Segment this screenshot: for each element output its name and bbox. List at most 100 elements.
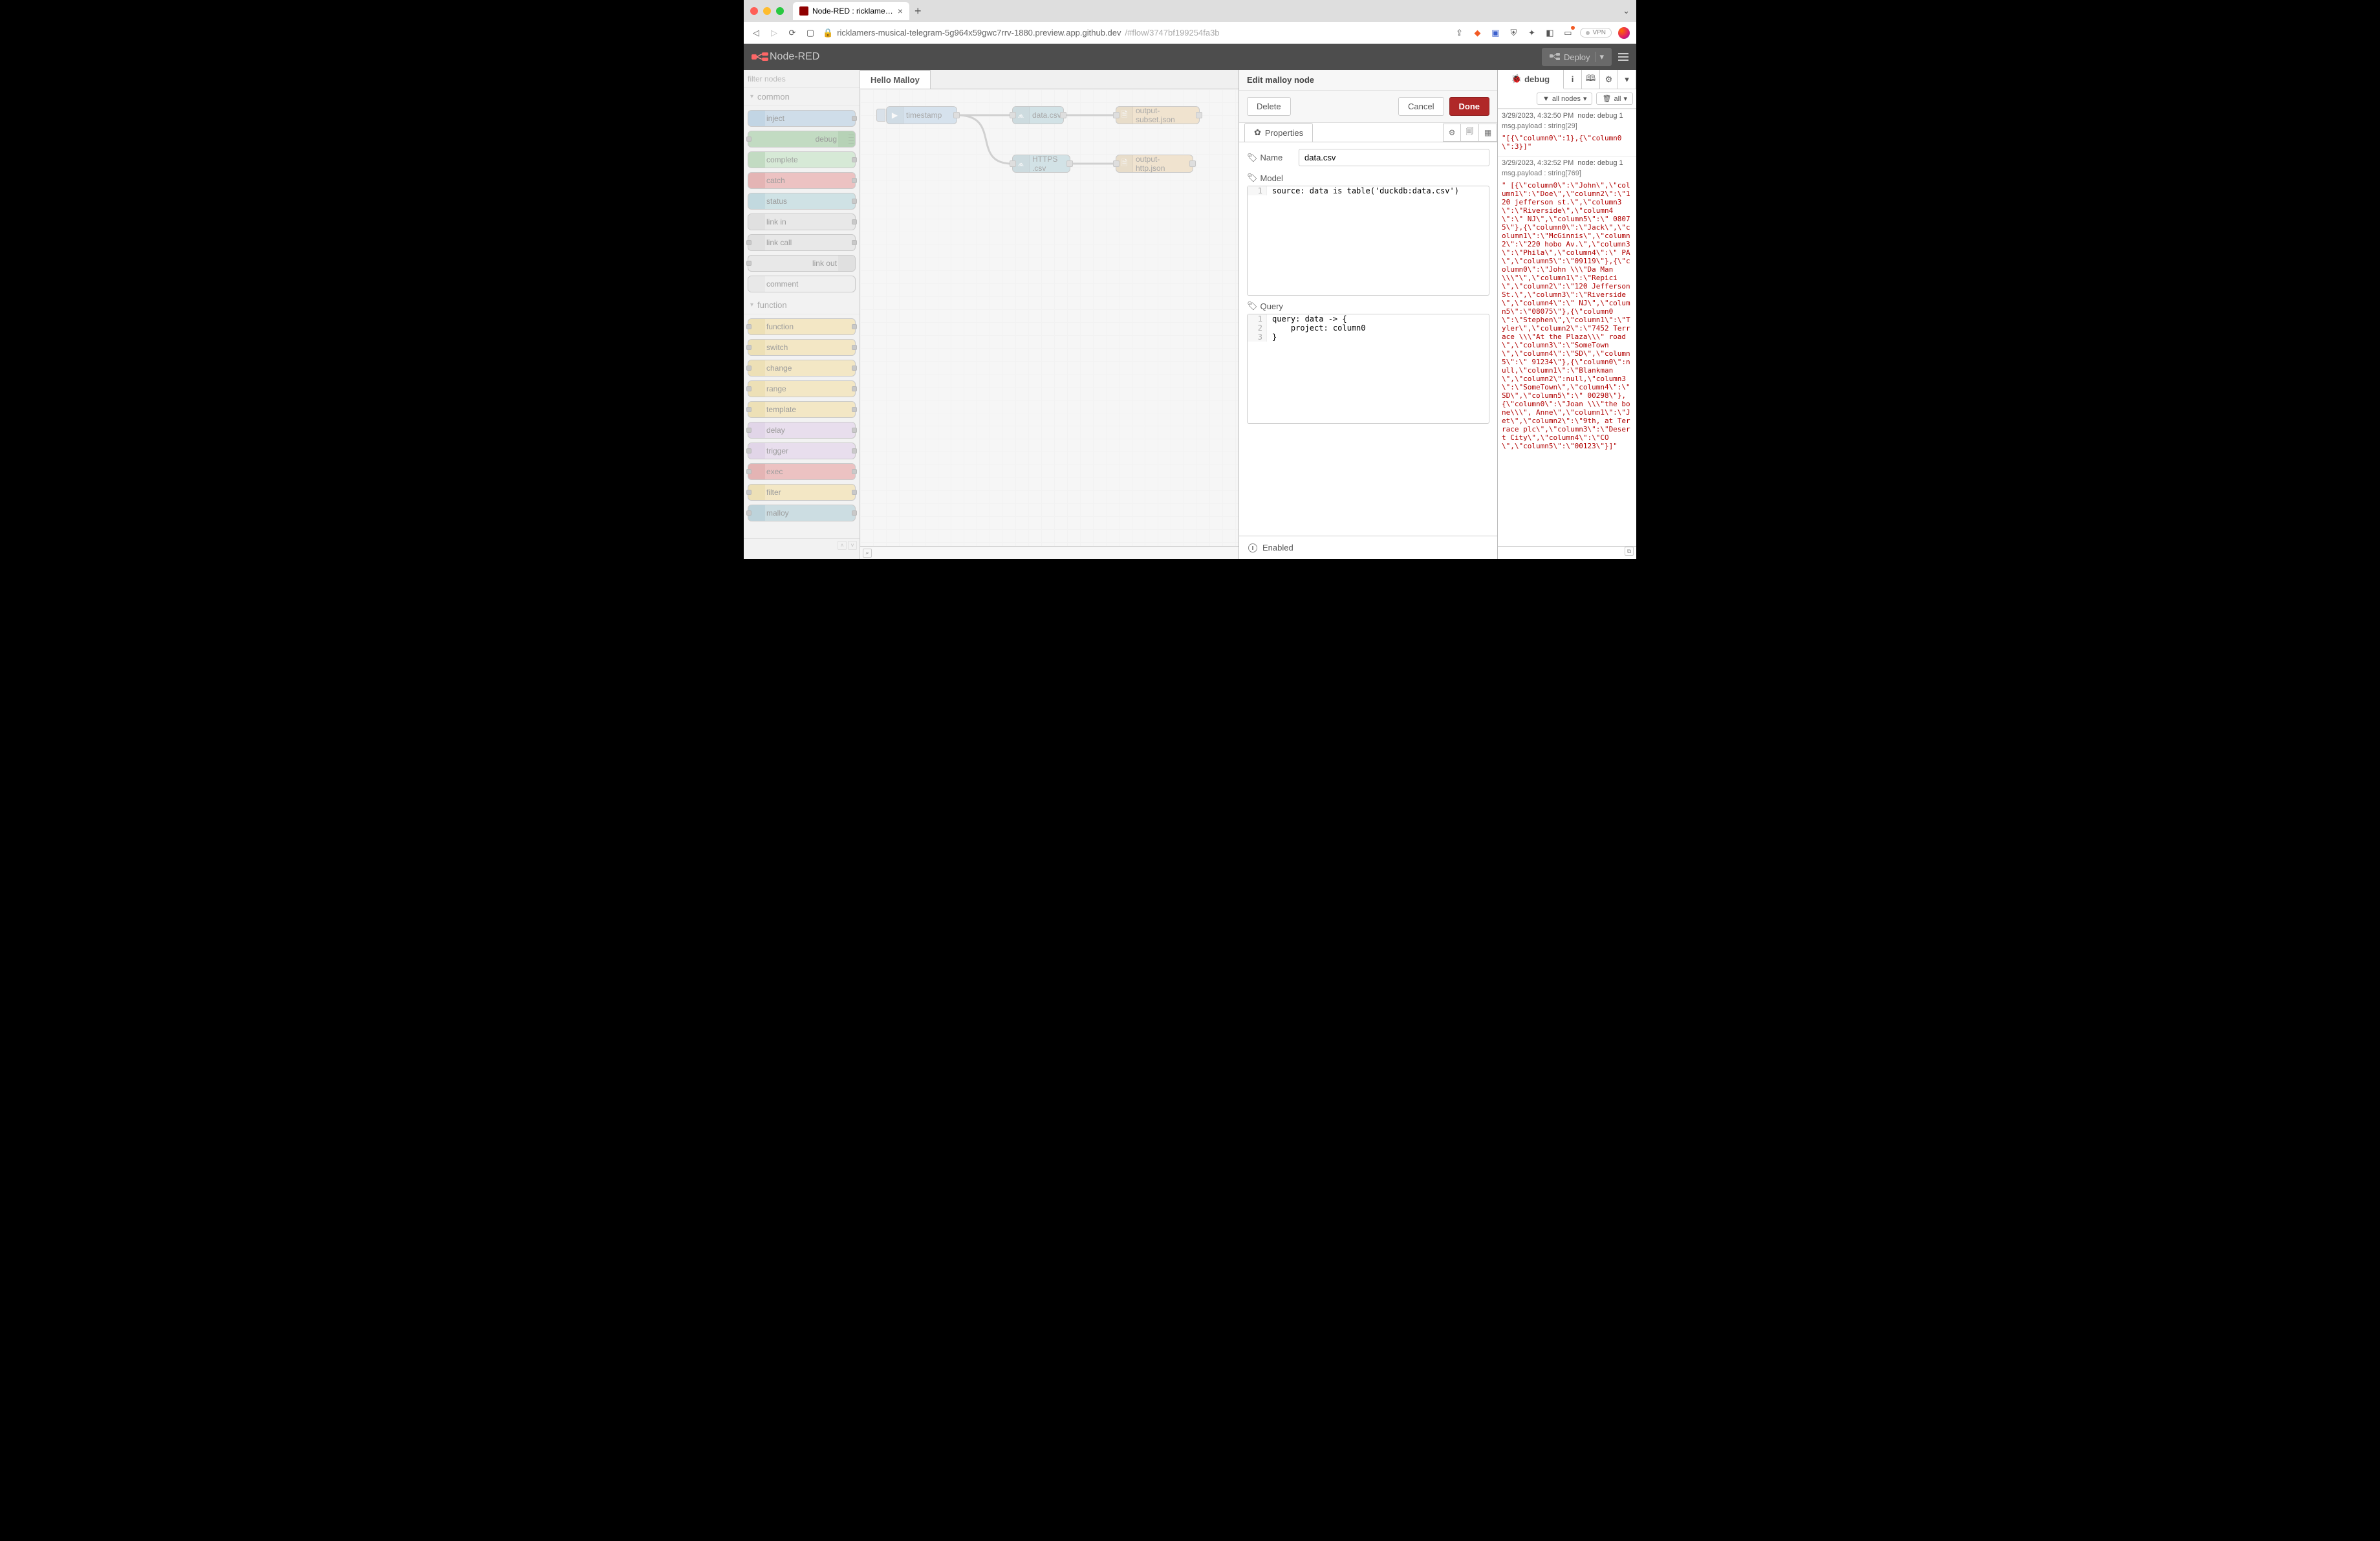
palette-node-comment[interactable]: comment	[748, 276, 856, 292]
node-label: function	[766, 322, 794, 331]
debug-msg-payload-type: msg.payload : string[29]	[1498, 122, 1636, 133]
debug-msg-header: 3/29/2023, 4:32:50 PMnode: debug 1	[1498, 109, 1636, 122]
node-type-icon	[838, 256, 855, 271]
palette-node-filter[interactable]: filter	[748, 484, 856, 501]
palette-node-status[interactable]: status	[748, 193, 856, 210]
palette-collapse-up-button[interactable]: ˄	[838, 541, 847, 550]
node-label: link in	[766, 217, 786, 226]
node-type-icon	[748, 173, 765, 188]
palette-node-change[interactable]: change	[748, 360, 856, 377]
name-input[interactable]	[1299, 149, 1489, 166]
palette-collapse-down-button[interactable]: ˅	[848, 541, 857, 550]
bug-icon: 🐞	[1511, 74, 1522, 84]
flow-tab[interactable]: Hello Malloy	[860, 70, 931, 89]
tab-properties[interactable]: ✿ Properties	[1244, 123, 1313, 142]
clear-all-button[interactable]: 🗑 all ▾	[1596, 93, 1633, 105]
query-editor[interactable]: 1query: data -> {2 project: column03}	[1247, 314, 1489, 424]
maximize-window-icon[interactable]	[776, 7, 784, 15]
lock-icon: 🔒	[823, 28, 833, 38]
tab-config[interactable]: ⚙	[1600, 70, 1618, 89]
deploy-button[interactable]: Deploy ▾	[1542, 48, 1612, 66]
tray-title: Edit malloy node	[1239, 70, 1497, 91]
node-type-icon	[748, 111, 765, 126]
tab-settings-button[interactable]: ⚙	[1443, 124, 1461, 142]
node-label: comment	[766, 279, 798, 289]
minimize-window-icon[interactable]	[763, 7, 771, 15]
wallet-icon[interactable]: ▭	[1562, 27, 1574, 39]
palette-filter-input[interactable]	[748, 74, 856, 83]
tab-info[interactable]: i	[1564, 70, 1582, 89]
done-button[interactable]: Done	[1449, 97, 1490, 116]
palette-category[interactable]: function	[744, 296, 860, 314]
palette-node-link-out[interactable]: link out	[748, 255, 856, 272]
window-controls[interactable]	[750, 7, 784, 15]
browser-tab[interactable]: Node-RED : ricklamers-musical... ×	[793, 2, 909, 20]
menu-button[interactable]	[1618, 53, 1628, 61]
workspace-search-button[interactable]: ⌕	[863, 549, 872, 558]
node-type-icon	[748, 276, 765, 292]
tab-debug[interactable]: 🐞 debug	[1498, 70, 1564, 89]
tabs-dropdown-icon[interactable]: ⌄	[1623, 6, 1630, 16]
node-label: trigger	[766, 446, 788, 455]
model-editor[interactable]: 1source: data is table('duckdb:data.csv'…	[1247, 186, 1489, 296]
flow-canvas[interactable]: ▶ timestamp ⩕ data.csv 🗎 output-subset.j…	[860, 89, 1239, 546]
gear-icon: ✿	[1254, 127, 1261, 138]
back-button[interactable]: ◁	[750, 28, 762, 38]
cancel-button[interactable]: Cancel	[1398, 97, 1444, 116]
close-window-icon[interactable]	[750, 7, 758, 15]
palette-node-link-in[interactable]: link in	[748, 213, 856, 230]
palette-node-exec[interactable]: exec	[748, 463, 856, 480]
node-red-logo-icon	[752, 51, 770, 63]
palette-node-inject[interactable]: inject	[748, 110, 856, 127]
tag-icon: 🏷	[1247, 301, 1258, 311]
tab-more[interactable]: ▾	[1618, 70, 1636, 89]
palette-node-catch[interactable]: catch	[748, 172, 856, 189]
palette-node-trigger[interactable]: trigger	[748, 443, 856, 459]
palette-node-delay[interactable]: delay	[748, 422, 856, 439]
name-label: 🏷Name	[1247, 153, 1292, 163]
node-label: template	[766, 405, 796, 414]
sidebar: 🐞 debug i 🕮 ⚙ ▾ ▼ all nodes ▾ 🗑 all ▾	[1497, 70, 1636, 559]
palette-node-malloy[interactable]: malloy	[748, 505, 856, 521]
brave-shield-icon[interactable]: ◆	[1471, 27, 1483, 39]
palette-node-debug[interactable]: debug	[748, 131, 856, 148]
tab-appearance-button[interactable]: ▦	[1479, 124, 1497, 142]
brave-logo-icon[interactable]	[1618, 27, 1630, 39]
filter-nodes-button[interactable]: ▼ all nodes ▾	[1537, 93, 1592, 105]
debug-msg-content[interactable]: "[{\"column0\":1},{\"column0\":3}]"	[1498, 133, 1636, 156]
enabled-toggle[interactable]	[1248, 543, 1257, 552]
extension-icon-1[interactable]: ▣	[1489, 27, 1501, 39]
url-host: ricklamers-musical-telegram-5g964x59gwc7…	[837, 28, 1121, 38]
palette-node-link-call[interactable]: link call	[748, 234, 856, 251]
palette-node-switch[interactable]: switch	[748, 339, 856, 356]
extensions-menu-icon[interactable]: ✦	[1526, 27, 1537, 39]
sidebar-toggle-icon[interactable]: ◧	[1544, 27, 1555, 39]
browser-chrome: Node-RED : ricklamers-musical... × + ⌄ ◁…	[744, 0, 1636, 44]
app-title: Node-RED	[770, 51, 819, 63]
palette-node-range[interactable]: range	[748, 380, 856, 397]
tab-description-button[interactable]: 🗐	[1461, 124, 1479, 142]
bookmark-icon[interactable]: ▢	[805, 28, 816, 38]
tab-help[interactable]: 🕮	[1582, 70, 1600, 89]
share-icon[interactable]: ⇪	[1453, 27, 1465, 39]
address-bar[interactable]: 🔒 ricklamers-musical-telegram-5g964x59gw…	[823, 28, 1220, 38]
palette-node-template[interactable]: template	[748, 401, 856, 418]
reload-button[interactable]: ⟳	[786, 28, 798, 38]
palette-node-function[interactable]: function	[748, 318, 856, 335]
tab-title: Node-RED : ricklamers-musical...	[812, 6, 894, 16]
query-label: 🏷Query	[1247, 301, 1489, 311]
vpn-badge[interactable]: VPN	[1580, 28, 1612, 38]
node-label: link out	[812, 259, 837, 268]
sidebar-popout-button[interactable]: ⧉	[1625, 547, 1634, 556]
deploy-dropdown-icon[interactable]: ▾	[1595, 52, 1604, 62]
forward-button[interactable]: ▷	[768, 28, 780, 38]
close-tab-icon[interactable]: ×	[898, 6, 903, 16]
new-tab-button[interactable]: +	[914, 5, 922, 18]
debug-msg-content[interactable]: " [{\"column0\":\"John\",\"column1\":\"D…	[1498, 180, 1636, 455]
palette-category[interactable]: common	[744, 88, 860, 106]
extension-icon-2[interactable]: ⛨	[1508, 27, 1519, 39]
node-label: catch	[766, 176, 785, 185]
funnel-icon: ▼	[1542, 95, 1550, 103]
delete-button[interactable]: Delete	[1247, 97, 1291, 116]
palette-node-complete[interactable]: complete	[748, 151, 856, 168]
